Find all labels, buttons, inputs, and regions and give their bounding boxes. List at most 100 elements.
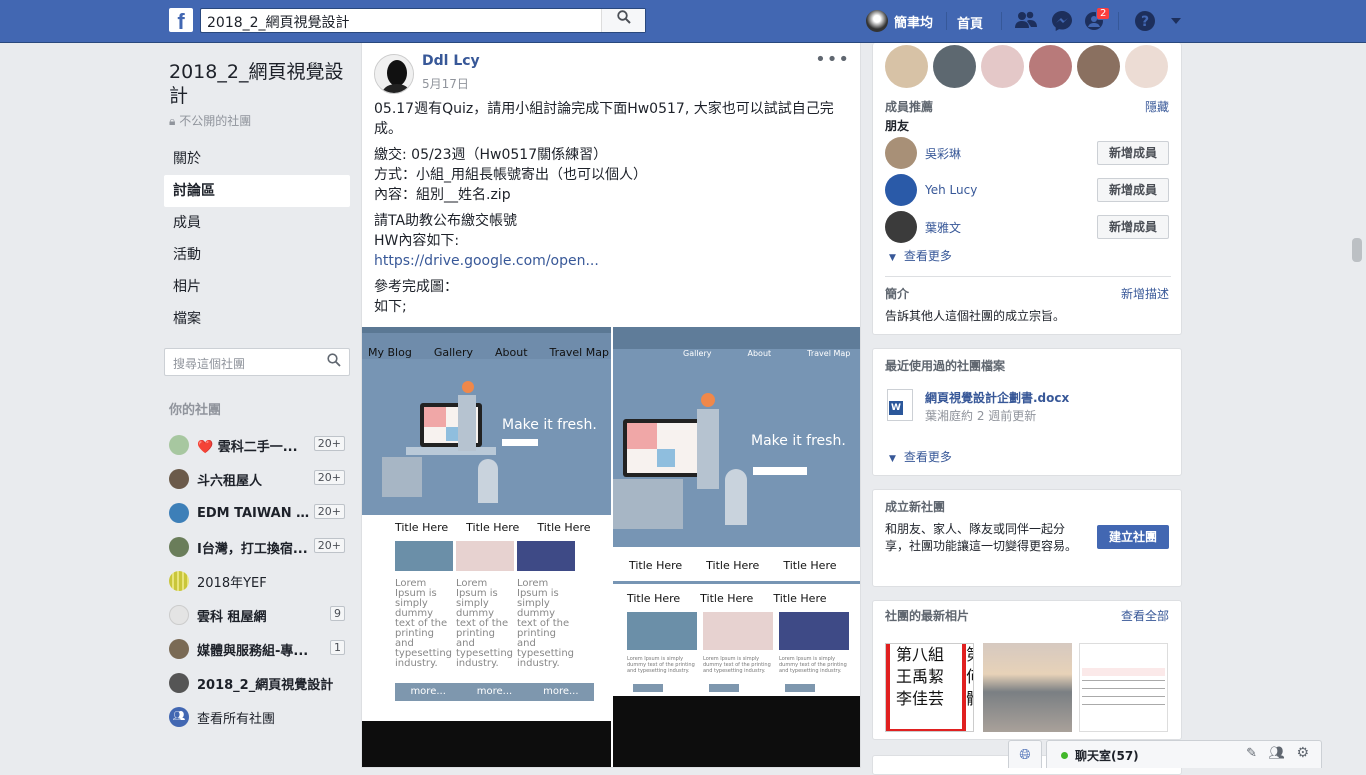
- search-icon: [616, 10, 631, 24]
- post-date[interactable]: 5月17日: [422, 75, 469, 92]
- avatar[interactable]: [885, 137, 917, 169]
- group-item[interactable]: 2018年YEF: [164, 564, 350, 598]
- group-name: ❤️ 雲科二手一...: [197, 439, 298, 455]
- friend-name[interactable]: Yeh Lucy: [925, 183, 977, 197]
- friend-row: 葉雅文: [885, 211, 961, 243]
- hide-link[interactable]: 隱藏: [1145, 98, 1169, 115]
- mock-title: Title Here: [395, 521, 449, 534]
- avatar[interactable]: [1077, 45, 1120, 88]
- search-button[interactable]: [601, 9, 645, 32]
- group-item[interactable]: EDM TAIWAN (... 20+: [164, 496, 350, 530]
- nav-discussion[interactable]: 討論區: [164, 175, 350, 207]
- photo-thumbnail[interactable]: 第八組 王禹絜 李佳芸 第 何 體: [885, 643, 974, 732]
- create-title: 成立新社團: [885, 500, 946, 514]
- group-name: 2018年YEF: [197, 575, 267, 591]
- nav-members[interactable]: 成員: [164, 207, 350, 239]
- mock-title: Title Here: [773, 592, 827, 605]
- create-group-card: 成立新社團 和朋友、家人、隊友或同伴一起分享，社團功能讓這一切變得更容易。 建立…: [872, 489, 1182, 587]
- add-description-link[interactable]: 新增描述: [1121, 285, 1169, 302]
- avatar[interactable]: [1029, 45, 1072, 88]
- see-all-groups-link[interactable]: 👥︎ 查看所有社團: [164, 700, 350, 734]
- group-count-badge: 20+: [313, 538, 345, 553]
- avatar: [866, 10, 888, 32]
- mock-nav-item: Gallery: [683, 349, 712, 358]
- group-item[interactable]: 媒體與服務組-專... 1: [164, 632, 350, 666]
- avatar[interactable]: [885, 211, 917, 243]
- group-item[interactable]: 斗六租屋人 20+: [164, 462, 350, 496]
- members-card: 成員推薦 隱藏 朋友 吳彩琳 新增成員 Yeh Lucy 新增成員 葉雅文 新增…: [872, 43, 1182, 335]
- nav-files[interactable]: 檔案: [164, 303, 350, 335]
- search-input[interactable]: 2018_2_網頁視覺設計: [200, 8, 646, 33]
- author-avatar[interactable]: [374, 54, 414, 94]
- page-scrollbar-thumb[interactable]: [1352, 238, 1362, 262]
- file-link[interactable]: 網頁視覺設計企劃書.docx: [925, 389, 1069, 406]
- home-link[interactable]: 首頁: [957, 13, 983, 32]
- drive-link[interactable]: https://drive.google.com/open...: [374, 253, 599, 269]
- mock-nav-item: Gallery: [433, 346, 473, 359]
- mock-more: more...: [543, 686, 579, 697]
- globe-icon[interactable]: 🌐︎: [1008, 740, 1042, 768]
- group-chat-icon[interactable]: 👥︎: [1268, 746, 1285, 761]
- group-name: 斗六租屋人: [197, 473, 263, 489]
- new-message-icon[interactable]: ✎: [1246, 746, 1257, 761]
- post-paragraph: 繳交: 05/23週（Hw0517關係練習） 方式：小組_用組長帳號寄出（也可以…: [374, 145, 850, 205]
- add-member-button[interactable]: 新增成員: [1097, 141, 1169, 165]
- create-group-button[interactable]: 建立社團: [1097, 525, 1169, 549]
- group-name: I台灣，打工換宿...: [197, 541, 308, 557]
- mock-lorem: Lorem Ipsum is simply dummy text of the …: [456, 578, 514, 669]
- nav-photos[interactable]: 相片: [164, 271, 350, 303]
- add-member-button[interactable]: 新增成員: [1097, 215, 1169, 239]
- group-count-badge: 20+: [313, 504, 345, 519]
- nav-events[interactable]: 活動: [164, 239, 350, 271]
- photo-thumbnail[interactable]: [983, 643, 1072, 732]
- group-item[interactable]: I台灣，打工換宿... 20+: [164, 530, 350, 564]
- add-member-button[interactable]: 新增成員: [1097, 178, 1169, 202]
- mock-lorem: Lorem Ipsum is simply dummy text of the …: [627, 656, 695, 674]
- mock-nav-item: Travel Map: [549, 346, 609, 359]
- group-count-badge: 20+: [313, 470, 345, 485]
- avatar[interactable]: [885, 174, 917, 206]
- post-line: 參考完成圖：: [374, 279, 458, 295]
- friend-name[interactable]: 吳彩琳: [925, 145, 961, 162]
- photos-title: 社團的最新相片: [885, 609, 970, 623]
- see-more-members[interactable]: ▼ 查看更多: [889, 247, 952, 264]
- avatar[interactable]: [933, 45, 976, 88]
- group-avatar: [169, 435, 189, 455]
- avatar[interactable]: [981, 45, 1024, 88]
- search-icon[interactable]: [327, 353, 341, 370]
- friends-label: 朋友: [885, 119, 910, 133]
- dropdown-icon[interactable]: [1164, 10, 1188, 32]
- post-line: 方式：小組_用組長帳號寄出（也可以個人）: [374, 167, 647, 183]
- avatar[interactable]: [885, 45, 928, 88]
- notification-badge: 2: [1096, 7, 1111, 20]
- author-name[interactable]: Ddl Lcy: [422, 53, 480, 69]
- more-options-icon[interactable]: •••: [815, 49, 850, 70]
- see-all-groups-label: 查看所有社團: [197, 711, 276, 727]
- privacy-label: 不公開的社團: [179, 114, 252, 128]
- group-search-input[interactable]: 搜尋這個社團: [164, 348, 350, 376]
- post-image-left[interactable]: My Blog Gallery About Travel Map Make it…: [362, 327, 611, 767]
- see-all-photos-link[interactable]: 查看全部: [1121, 607, 1169, 624]
- nav-about[interactable]: 關於: [164, 143, 350, 175]
- help-icon[interactable]: ?: [1133, 10, 1157, 32]
- photo-text: 王禹絜: [896, 667, 945, 686]
- post-paragraph: 請TA助教公布繳交帳號 HW內容如下: https://drive.google…: [374, 211, 850, 271]
- see-more-files[interactable]: ▼ 查看更多: [889, 448, 952, 465]
- facebook-logo-icon[interactable]: f: [169, 8, 193, 34]
- group-item[interactable]: ❤️ 雲科二手一... 20+: [164, 428, 350, 462]
- intro-text: 告訴其他人這個社團的成立宗旨。: [885, 309, 1066, 323]
- photo-thumbnail[interactable]: [1079, 643, 1168, 732]
- group-item[interactable]: 2018_2_網頁視覺設計: [164, 666, 350, 700]
- post-image-right[interactable]: Gallery About Travel Map Make it fresh. …: [613, 327, 860, 767]
- profile-link[interactable]: 簡聿均: [866, 10, 933, 32]
- gear-icon[interactable]: ⚙: [1296, 745, 1309, 761]
- post-text: 05.17週有Quiz，請用小組討論完成下面Hw0517, 大家也可以試試自己完…: [374, 99, 850, 323]
- group-item[interactable]: 雲科 租屋網 9: [164, 598, 350, 632]
- group-title[interactable]: 2018_2_網頁視覺設計: [169, 60, 344, 108]
- chat-bar[interactable]: 聊天室(57) ✎ 👥︎ ⚙: [1046, 740, 1322, 768]
- messenger-icon[interactable]: [1050, 10, 1074, 32]
- mock-lorem: Lorem Ipsum is simply dummy text of the …: [395, 578, 453, 669]
- friends-icon[interactable]: [1014, 10, 1038, 32]
- friend-name[interactable]: 葉雅文: [925, 219, 961, 236]
- avatar[interactable]: [1125, 45, 1168, 88]
